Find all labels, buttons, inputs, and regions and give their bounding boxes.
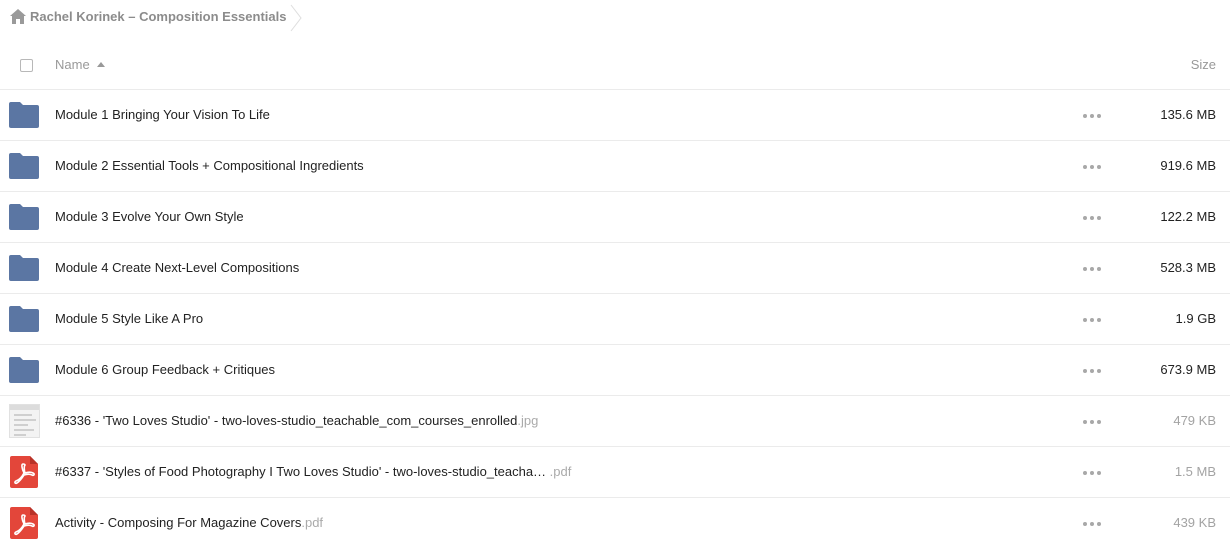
- file-row[interactable]: Module 6 Group Feedback + Critiques 673.…: [0, 345, 1230, 396]
- file-size: 1.5 MB: [1174, 464, 1216, 479]
- file-name[interactable]: Module 3 Evolve Your Own Style: [55, 209, 244, 224]
- more-actions-icon[interactable]: [1083, 368, 1101, 374]
- more-actions-icon[interactable]: [1083, 419, 1101, 425]
- breadcrumb: Rachel Korinek – Composition Essentials: [0, 0, 1230, 36]
- file-name[interactable]: #6337 - 'Styles of Food Photography I Tw…: [55, 464, 571, 479]
- list-header: Name Size: [0, 40, 1230, 90]
- file-size: 479 KB: [1173, 413, 1216, 428]
- image-thumbnail: [9, 404, 40, 438]
- file-list: Module 1 Bringing Your Vision To Life 13…: [0, 90, 1230, 547]
- home-icon[interactable]: [10, 9, 26, 24]
- file-name[interactable]: Module 1 Bringing Your Vision To Life: [55, 107, 270, 122]
- more-actions-icon[interactable]: [1083, 215, 1101, 221]
- column-header-name: Name: [55, 57, 90, 72]
- folder-icon: [9, 201, 41, 233]
- breadcrumb-current-folder[interactable]: Rachel Korinek – Composition Essentials: [30, 9, 286, 24]
- more-actions-icon[interactable]: [1083, 317, 1101, 323]
- file-size: 528.3 MB: [1160, 260, 1216, 275]
- folder-icon: [9, 150, 41, 182]
- file-row[interactable]: Activity - Composing For Magazine Covers…: [0, 498, 1230, 547]
- file-row[interactable]: #6337 - 'Styles of Food Photography I Tw…: [0, 447, 1230, 498]
- file-name[interactable]: Module 5 Style Like A Pro: [55, 311, 203, 326]
- folder-icon: [9, 99, 41, 131]
- more-actions-icon[interactable]: [1083, 266, 1101, 272]
- more-actions-icon[interactable]: [1083, 113, 1101, 119]
- file-row[interactable]: Module 4 Create Next-Level Compositions …: [0, 243, 1230, 294]
- file-size: 135.6 MB: [1160, 107, 1216, 122]
- file-name[interactable]: Module 4 Create Next-Level Compositions: [55, 260, 299, 275]
- file-row[interactable]: Module 2 Essential Tools + Compositional…: [0, 141, 1230, 192]
- file-size: 122.2 MB: [1160, 209, 1216, 224]
- folder-icon: [9, 354, 41, 386]
- file-size: 919.6 MB: [1160, 158, 1216, 173]
- file-row[interactable]: Module 5 Style Like A Pro 1.9 GB: [0, 294, 1230, 345]
- pdf-icon: [9, 456, 41, 488]
- sort-by-name-button[interactable]: Name: [55, 57, 105, 72]
- file-name[interactable]: #6336 - 'Two Loves Studio' - two-loves-s…: [55, 413, 538, 428]
- more-actions-icon[interactable]: [1083, 521, 1101, 527]
- file-row[interactable]: Module 1 Bringing Your Vision To Life 13…: [0, 90, 1230, 141]
- file-size: 439 KB: [1173, 515, 1216, 530]
- file-name[interactable]: Module 2 Essential Tools + Compositional…: [55, 158, 364, 173]
- file-row[interactable]: #6336 - 'Two Loves Studio' - two-loves-s…: [0, 396, 1230, 447]
- select-all-checkbox[interactable]: [20, 59, 33, 72]
- pdf-icon: [9, 507, 41, 539]
- more-actions-icon[interactable]: [1083, 470, 1101, 476]
- folder-icon: [9, 303, 41, 335]
- more-actions-icon[interactable]: [1083, 164, 1101, 170]
- folder-icon: [9, 252, 41, 284]
- file-name[interactable]: Activity - Composing For Magazine Covers…: [55, 515, 323, 530]
- file-row[interactable]: Module 3 Evolve Your Own Style 122.2 MB: [0, 192, 1230, 243]
- file-browser: Rachel Korinek – Composition Essentials …: [0, 0, 1230, 547]
- chevron-right-icon: [289, 4, 303, 32]
- sort-ascending-icon: [96, 62, 105, 67]
- column-header-size[interactable]: Size: [1191, 57, 1216, 72]
- file-name[interactable]: Module 6 Group Feedback + Critiques: [55, 362, 275, 377]
- file-size: 1.9 GB: [1175, 311, 1216, 326]
- file-size: 673.9 MB: [1160, 362, 1216, 377]
